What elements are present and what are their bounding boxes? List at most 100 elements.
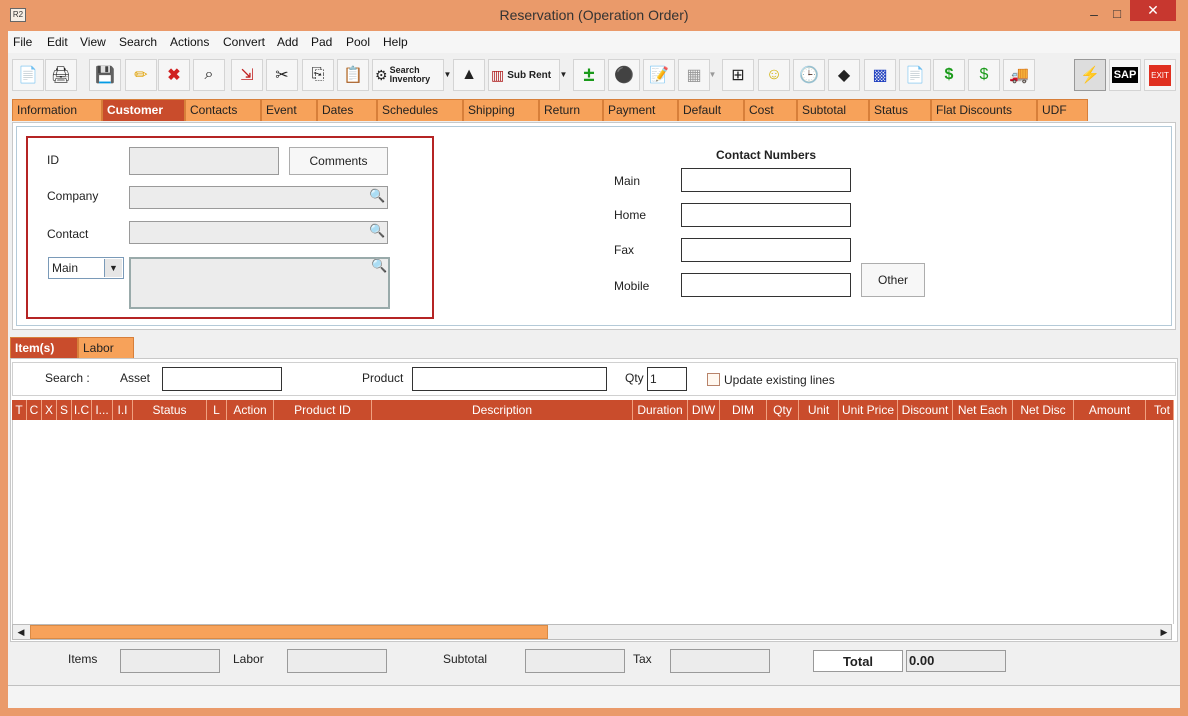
menu-actions[interactable]: Actions: [170, 35, 209, 49]
tab-schedules[interactable]: Schedules: [377, 99, 463, 121]
sub-rent-button[interactable]: ▥ Sub Rent: [488, 59, 560, 91]
home-phone-field[interactable]: [681, 203, 851, 227]
tab-dates[interactable]: Dates: [317, 99, 377, 121]
scrollbar-thumb[interactable]: [30, 625, 548, 639]
company-search-icon[interactable]: 🔍: [369, 189, 385, 203]
col-t[interactable]: T: [12, 400, 27, 420]
update-existing-checkbox[interactable]: [707, 373, 720, 386]
tab-subtotal[interactable]: Subtotal: [797, 99, 869, 121]
cube-icon[interactable]: ▩: [864, 59, 896, 91]
asset-search-input[interactable]: [162, 367, 282, 391]
menu-pool[interactable]: Pool: [346, 35, 370, 49]
schedule-icon[interactable]: 🕒: [793, 59, 825, 91]
qty-input[interactable]: 1: [647, 367, 687, 391]
menu-convert[interactable]: Convert: [223, 35, 265, 49]
address-type-select[interactable]: Main ▼: [48, 257, 124, 279]
col-s[interactable]: S: [57, 400, 72, 420]
tab-status[interactable]: Status: [869, 99, 931, 121]
maximize-button[interactable]: □: [1103, 6, 1131, 24]
contact-field[interactable]: [129, 221, 388, 244]
chevron-down-icon[interactable]: ▼: [104, 259, 122, 277]
col-discount[interactable]: Discount: [898, 400, 953, 420]
convert-document-icon[interactable]: ⇲: [231, 59, 263, 91]
smiley-icon[interactable]: ☺: [758, 59, 790, 91]
col-action[interactable]: Action: [227, 400, 274, 420]
col-diw[interactable]: DIW: [688, 400, 720, 420]
col-unit-price[interactable]: Unit Price: [839, 400, 898, 420]
col-duration[interactable]: Duration: [633, 400, 688, 420]
truck-icon[interactable]: 🚚: [1003, 59, 1035, 91]
company-field[interactable]: [129, 186, 388, 209]
scroll-left-icon[interactable]: ◀: [14, 625, 28, 639]
tab-shipping[interactable]: Shipping: [463, 99, 539, 121]
col-i-ellipsis[interactable]: I...: [92, 400, 113, 420]
tab-information[interactable]: Information: [12, 99, 102, 121]
paste-icon[interactable]: 📋: [337, 59, 369, 91]
hierarchy-icon[interactable]: ⊞: [722, 59, 754, 91]
copy-icon[interactable]: ⎘: [302, 59, 334, 91]
menu-help[interactable]: Help: [383, 35, 408, 49]
menu-add[interactable]: Add: [277, 35, 298, 49]
col-product-id[interactable]: Product ID: [274, 400, 372, 420]
col-status[interactable]: Status: [133, 400, 207, 420]
col-net-disc[interactable]: Net Disc: [1013, 400, 1074, 420]
subtab-labor[interactable]: Labor: [78, 337, 134, 359]
col-description[interactable]: Description: [372, 400, 633, 420]
tab-customer[interactable]: Customer: [102, 99, 185, 121]
menu-pad[interactable]: Pad: [311, 35, 332, 49]
col-c[interactable]: C: [27, 400, 42, 420]
tab-contacts[interactable]: Contacts: [185, 99, 261, 121]
tab-payment[interactable]: Payment: [603, 99, 678, 121]
calendar-dropdown-icon[interactable]: ▼: [708, 60, 717, 90]
menu-search[interactable]: Search: [119, 35, 157, 49]
col-unit[interactable]: Unit: [799, 400, 839, 420]
form-edit-icon[interactable]: 📄: [899, 59, 931, 91]
contact-search-icon[interactable]: 🔍: [369, 224, 385, 238]
menu-file[interactable]: File: [13, 35, 32, 49]
col-net-each[interactable]: Net Each: [953, 400, 1013, 420]
col-ic[interactable]: I.C: [72, 400, 92, 420]
fax-field[interactable]: [681, 238, 851, 262]
binoculars-icon[interactable]: ⌕: [193, 59, 225, 91]
shapes-icon[interactable]: ▲: [453, 59, 485, 91]
sap-button[interactable]: SAP: [1109, 59, 1141, 91]
search-inventory-button[interactable]: ⚙ Search Inventory: [372, 59, 444, 91]
lightning-icon[interactable]: ⚡: [1074, 59, 1106, 91]
tab-event[interactable]: Event: [261, 99, 317, 121]
menu-edit[interactable]: Edit: [47, 35, 68, 49]
address-field[interactable]: [129, 257, 390, 309]
tab-cost[interactable]: Cost: [744, 99, 797, 121]
tab-udf[interactable]: UDF: [1037, 99, 1088, 121]
address-search-icon[interactable]: 🔍: [371, 259, 387, 273]
subtab-items[interactable]: Item(s): [10, 337, 78, 359]
col-amount[interactable]: Amount: [1074, 400, 1146, 420]
save-icon[interactable]: 💾: [89, 59, 121, 91]
close-button[interactable]: ✕: [1130, 0, 1176, 21]
comments-button[interactable]: Comments: [289, 147, 388, 175]
exit-button[interactable]: EXIT: [1144, 59, 1176, 91]
calendar-disabled-icon[interactable]: ▦: [678, 59, 710, 91]
invoice-icon[interactable]: $: [968, 59, 1000, 91]
balls-icon[interactable]: ⚫: [608, 59, 640, 91]
notepad-icon[interactable]: 📝: [643, 59, 675, 91]
scroll-right-icon[interactable]: ▶: [1157, 625, 1171, 639]
print-icon[interactable]: 🖨: [45, 59, 77, 91]
id-field[interactable]: [129, 147, 279, 175]
eraser-icon[interactable]: ◆: [828, 59, 860, 91]
cut-icon[interactable]: ✂: [266, 59, 298, 91]
tab-return[interactable]: Return: [539, 99, 603, 121]
other-button[interactable]: Other: [861, 263, 925, 297]
new-document-icon[interactable]: 📄: [12, 59, 44, 91]
col-ii[interactable]: I.I: [113, 400, 133, 420]
col-total[interactable]: Tot: [1146, 400, 1174, 420]
search-inventory-dropdown-icon[interactable]: ▼: [443, 60, 452, 90]
dollar-icon[interactable]: $: [933, 59, 965, 91]
mobile-field[interactable]: [681, 273, 851, 297]
sub-rent-dropdown-icon[interactable]: ▼: [559, 60, 568, 90]
edit-pencil-icon[interactable]: ✏: [125, 59, 157, 91]
menu-view[interactable]: View: [80, 35, 106, 49]
col-l[interactable]: L: [207, 400, 227, 420]
main-phone-field[interactable]: [681, 168, 851, 192]
tab-default[interactable]: Default: [678, 99, 744, 121]
col-qty[interactable]: Qty: [767, 400, 799, 420]
